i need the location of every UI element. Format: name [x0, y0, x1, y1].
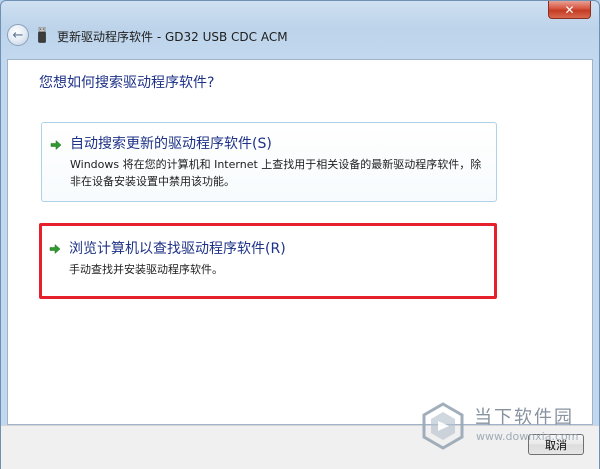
auto-search-option[interactable]: 自动搜索更新的驱动程序软件(S) Windows 将在您的计算机和 Intern…	[41, 122, 497, 202]
auto-search-description: Windows 将在您的计算机和 Internet 上查找用于相关设备的最新驱动…	[70, 158, 482, 188]
back-arrow-icon: ←	[12, 27, 24, 43]
close-button[interactable]: ✕	[548, 1, 591, 19]
browse-computer-description: 手动查找并安装驱动程序软件。	[69, 263, 223, 276]
footer-bar: 取消	[1, 425, 599, 469]
green-arrow-icon	[50, 139, 62, 151]
browse-computer-option[interactable]: 浏览计算机以查找驱动程序软件(R) 手动查找并安装驱动程序软件。	[41, 225, 497, 295]
cancel-button[interactable]: 取消	[528, 434, 584, 455]
window-title: 更新驱动程序软件 - GD32 USB CDC ACM	[57, 30, 288, 44]
driver-update-window: ← 更新驱动程序软件 - GD32 USB CDC ACM ✕ 您想如何搜索驱动…	[0, 0, 600, 469]
usb-device-icon	[38, 27, 46, 43]
green-arrow-icon	[49, 243, 61, 255]
auto-search-title: 自动搜索更新的驱动程序软件(S)	[70, 136, 272, 152]
wizard-content: 您想如何搜索驱动程序软件? 自动搜索更新的驱动程序软件(S) Windows 将…	[7, 59, 593, 425]
close-icon: ✕	[564, 2, 575, 17]
title-bar: ← 更新驱动程序软件 - GD32 USB CDC ACM ✕	[1, 1, 599, 59]
back-button[interactable]: ←	[7, 24, 29, 46]
browse-computer-title: 浏览计算机以查找驱动程序软件(R)	[69, 241, 286, 257]
page-question: 您想如何搜索驱动程序软件?	[39, 75, 215, 91]
